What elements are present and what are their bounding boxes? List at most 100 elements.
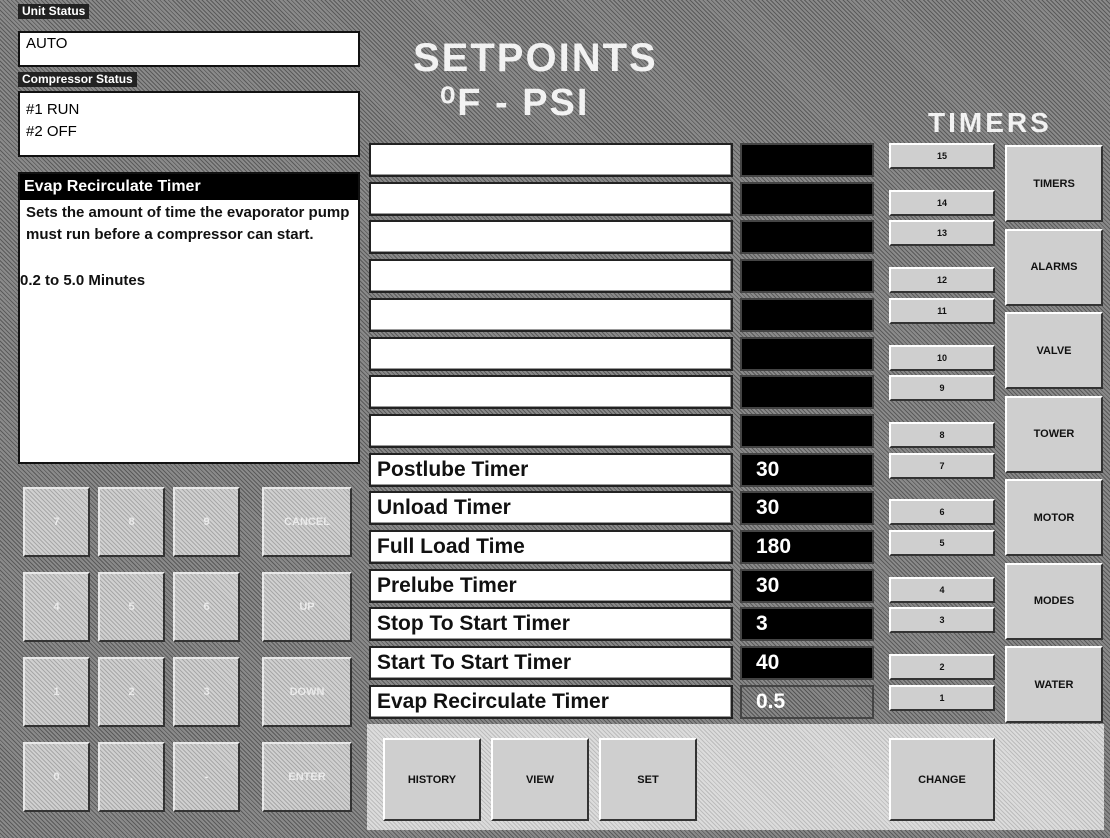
help-body: Sets the amount of time the evaporator p…: [26, 204, 350, 243]
setpoint-label-field: [369, 143, 733, 177]
setpoint-label: Evap Recirculate Timer: [377, 689, 609, 713]
key-7[interactable]: 7: [23, 487, 90, 557]
help-title: Evap Recirculate Timer: [20, 174, 358, 200]
setpoint-value: 30: [756, 496, 780, 520]
setpoint-value-field[interactable]: [740, 297, 874, 332]
history-button[interactable]: HISTORY: [383, 738, 481, 821]
view-button[interactable]: VIEW: [491, 738, 589, 821]
menu-button-alarms[interactable]: ALARMS: [1005, 228, 1103, 306]
key-minus[interactable]: -: [173, 742, 240, 812]
key-up[interactable]: UP: [262, 572, 352, 642]
setpoint-value-field[interactable]: 30: [740, 491, 874, 526]
setpoint-label-field: Unload Timer: [369, 491, 733, 526]
key-3[interactable]: 3: [173, 657, 240, 727]
setpoint-label-field: [369, 375, 733, 410]
setpoint-label-field: Start To Start Timer: [369, 646, 733, 681]
setpoint-number-button[interactable]: 2: [889, 654, 995, 681]
units-label: ⁰F - PSI: [440, 82, 590, 124]
menu-button-motor[interactable]: MOTOR: [1005, 479, 1103, 556]
compressor-1-status: #1 RUN: [26, 101, 80, 118]
setpoint-value: 40: [756, 651, 780, 675]
key-cancel[interactable]: CANCEL: [262, 487, 352, 557]
setpoint-value-field[interactable]: [740, 143, 874, 177]
setpoint-number-button[interactable]: 13: [889, 220, 995, 247]
setpoint-value-field[interactable]: [740, 181, 874, 216]
key-8[interactable]: 8: [98, 487, 165, 557]
section-title: TIMERS: [928, 107, 1052, 138]
setpoint-value: 3: [756, 612, 768, 636]
setpoint-value-field[interactable]: 3: [740, 607, 874, 642]
setpoint-value-field[interactable]: [740, 336, 874, 371]
setpoint-number-button[interactable]: 10: [889, 344, 995, 371]
setpoint-value-field[interactable]: 180: [740, 530, 874, 564]
setpoint-label-field: [369, 220, 733, 255]
unit-status-value: AUTO: [26, 35, 68, 52]
setpoint-value-field[interactable]: [740, 413, 874, 448]
setpoint-label-field: [369, 336, 733, 371]
page-title: SETPOINTS: [413, 36, 658, 80]
unit-status-label: Unit Status: [18, 4, 90, 19]
setpoint-value-field[interactable]: [740, 220, 874, 255]
unit-status-box: AUTO: [18, 31, 360, 67]
setpoint-value-field[interactable]: [740, 375, 874, 410]
key-5[interactable]: 5: [98, 572, 165, 642]
setpoint-number-button[interactable]: 3: [889, 607, 995, 634]
setpoint-value-field[interactable]: 30: [740, 568, 874, 603]
setpoint-number-button[interactable]: 5: [889, 530, 995, 556]
menu-button-water[interactable]: WATER: [1005, 646, 1103, 723]
setpoint-number-button[interactable]: 9: [889, 375, 995, 402]
compressor-status-label: Compressor Status: [18, 72, 137, 87]
setpoint-label-field: Evap Recirculate Timer: [369, 684, 733, 719]
key-decimal[interactable]: .: [98, 742, 165, 812]
compressor-status-box: #1 RUN #2 OFF: [18, 91, 360, 157]
setpoint-label: Unload Timer: [377, 496, 511, 520]
setpoint-number-button[interactable]: 11: [889, 297, 995, 324]
setpoint-label-field: [369, 413, 733, 448]
setpoint-number-button[interactable]: 8: [889, 421, 995, 448]
setpoint-number-button[interactable]: 12: [889, 267, 995, 294]
setpoint-label: Start To Start Timer: [377, 651, 572, 675]
menu-button-valve[interactable]: VALVE: [1005, 312, 1103, 389]
setpoint-number-button[interactable]: 7: [889, 452, 995, 479]
setpoint-value-field[interactable]: 40: [740, 646, 874, 681]
setpoint-value: 30: [756, 457, 780, 481]
setpoint-value: 180: [756, 535, 792, 558]
setpoint-value: 0.5: [756, 689, 786, 713]
setpoint-label-field: [369, 297, 733, 332]
setpoint-label: Prelube Timer: [377, 573, 517, 597]
key-6[interactable]: 6: [173, 572, 240, 642]
setpoint-label-field: [369, 181, 733, 216]
setpoint-label: Full Load Time: [377, 535, 525, 558]
setpoint-value-field[interactable]: 30: [740, 452, 874, 487]
key-4[interactable]: 4: [23, 572, 90, 642]
key-0[interactable]: 0: [23, 742, 90, 812]
setpoint-number-button[interactable]: 4: [889, 576, 995, 603]
key-down[interactable]: DOWN: [262, 657, 352, 727]
key-1[interactable]: 1: [23, 657, 90, 727]
setpoint-number-button[interactable]: 1: [889, 684, 995, 711]
setpoint-value: 30: [756, 573, 780, 597]
setpoint-number-button[interactable]: 6: [889, 499, 995, 526]
setpoint-label: Stop To Start Timer: [377, 612, 570, 636]
setpoint-label-field: Prelube Timer: [369, 568, 733, 603]
set-button[interactable]: SET: [599, 738, 697, 821]
setpoint-label-field: [369, 259, 733, 294]
setpoint-label-field: Postlube Timer: [369, 452, 733, 487]
menu-button-tower[interactable]: TOWER: [1005, 395, 1103, 473]
key-9[interactable]: 9: [173, 487, 240, 557]
key-enter[interactable]: ENTER: [262, 742, 352, 812]
help-range: 0.2 to 5.0 Minutes: [20, 272, 146, 289]
setpoint-number-button[interactable]: 14: [889, 189, 995, 216]
setpoint-label-field: Stop To Start Timer: [369, 607, 733, 642]
setpoint-label-field: Full Load Time: [369, 530, 733, 564]
help-panel: Evap Recirculate Timer Sets the amount o…: [18, 172, 360, 464]
setpoint-label: Postlube Timer: [377, 457, 529, 481]
change-button[interactable]: CHANGE: [889, 738, 995, 821]
setpoint-value-field[interactable]: [740, 259, 874, 294]
compressor-2-status: #2 OFF: [26, 123, 77, 140]
key-2[interactable]: 2: [98, 657, 165, 727]
menu-button-modes[interactable]: MODES: [1005, 562, 1103, 640]
setpoint-number-button[interactable]: 15: [889, 143, 995, 169]
setpoint-value-field[interactable]: 0.5: [740, 684, 874, 719]
menu-button-timers[interactable]: TIMERS: [1005, 145, 1103, 222]
